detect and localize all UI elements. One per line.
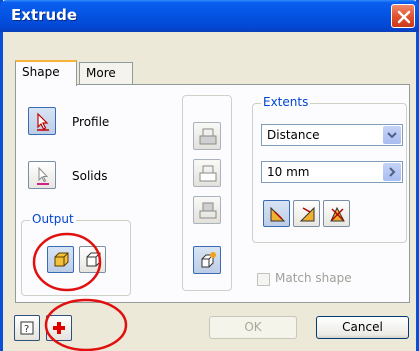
profile-button[interactable]	[28, 107, 56, 135]
cancel-button[interactable]: Cancel	[316, 316, 409, 339]
new-solid-button[interactable]	[193, 246, 221, 274]
ok-label: OK	[244, 320, 262, 334]
extents-type-dropdown[interactable]	[383, 126, 401, 144]
close-icon	[397, 10, 411, 24]
ok-button[interactable]: OK	[209, 316, 297, 339]
tab-more-label: More	[86, 66, 116, 80]
extents-group: Extents Distance 10 mm	[252, 95, 407, 243]
solids-button[interactable]	[28, 161, 56, 189]
match-shape-label: Match shape	[275, 271, 352, 285]
output-title: Output	[30, 212, 76, 226]
solid-output-button[interactable]	[47, 246, 74, 273]
help-button[interactable]: ?	[14, 315, 40, 341]
output-group: Output	[21, 212, 131, 296]
direction-icon	[270, 206, 286, 222]
direction-flip-button[interactable]	[293, 200, 320, 227]
chevron-right-icon	[389, 167, 396, 177]
new-solid-icon	[201, 252, 216, 268]
extrude-dialog: Extrude Shape More Profile Solids Output…	[0, 0, 419, 351]
extents-type-select[interactable]: Distance	[261, 124, 403, 146]
title-bar: Extrude	[0, 0, 419, 32]
distance-flyout-button[interactable]	[383, 163, 401, 181]
shape-panel: Profile Solids Output Extents Distance 1…	[15, 84, 410, 303]
direction-icon	[330, 206, 345, 222]
cursor-arrow-icon	[37, 112, 49, 131]
solid-cube-icon	[54, 252, 69, 267]
svg-text:?: ?	[24, 324, 29, 335]
direction-icon	[299, 206, 315, 222]
intersect-button[interactable]	[193, 196, 221, 224]
distance-input[interactable]: 10 mm	[261, 161, 403, 183]
extents-type-value: Distance	[267, 128, 320, 142]
cursor-arrow-icon	[37, 166, 49, 185]
chevron-down-icon	[387, 132, 397, 139]
add-button[interactable]	[46, 315, 72, 341]
extents-title: Extents	[261, 95, 311, 109]
direction-default-button[interactable]	[263, 200, 290, 227]
tab-shape-label: Shape	[22, 65, 60, 79]
help-icon: ?	[20, 321, 34, 335]
cancel-label: Cancel	[342, 320, 383, 334]
distance-value: 10 mm	[267, 165, 310, 179]
plus-icon	[53, 322, 65, 334]
solids-label: Solids	[72, 169, 108, 183]
close-button[interactable]	[391, 4, 415, 28]
surface-output-button[interactable]	[79, 246, 106, 273]
join-button[interactable]	[193, 122, 221, 150]
tab-more[interactable]: More	[79, 62, 133, 84]
profile-label: Profile	[72, 115, 110, 129]
direction-symmetric-button[interactable]	[323, 200, 350, 227]
window-title: Extrude	[11, 6, 78, 24]
cut-button[interactable]	[193, 159, 221, 187]
join-icon	[199, 128, 217, 145]
match-shape-checkbox[interactable]	[257, 273, 270, 286]
cut-icon	[199, 165, 217, 182]
operation-column	[182, 95, 232, 291]
surface-cube-icon	[86, 252, 101, 267]
tab-shape[interactable]: Shape	[15, 60, 77, 86]
intersect-icon	[199, 202, 217, 219]
